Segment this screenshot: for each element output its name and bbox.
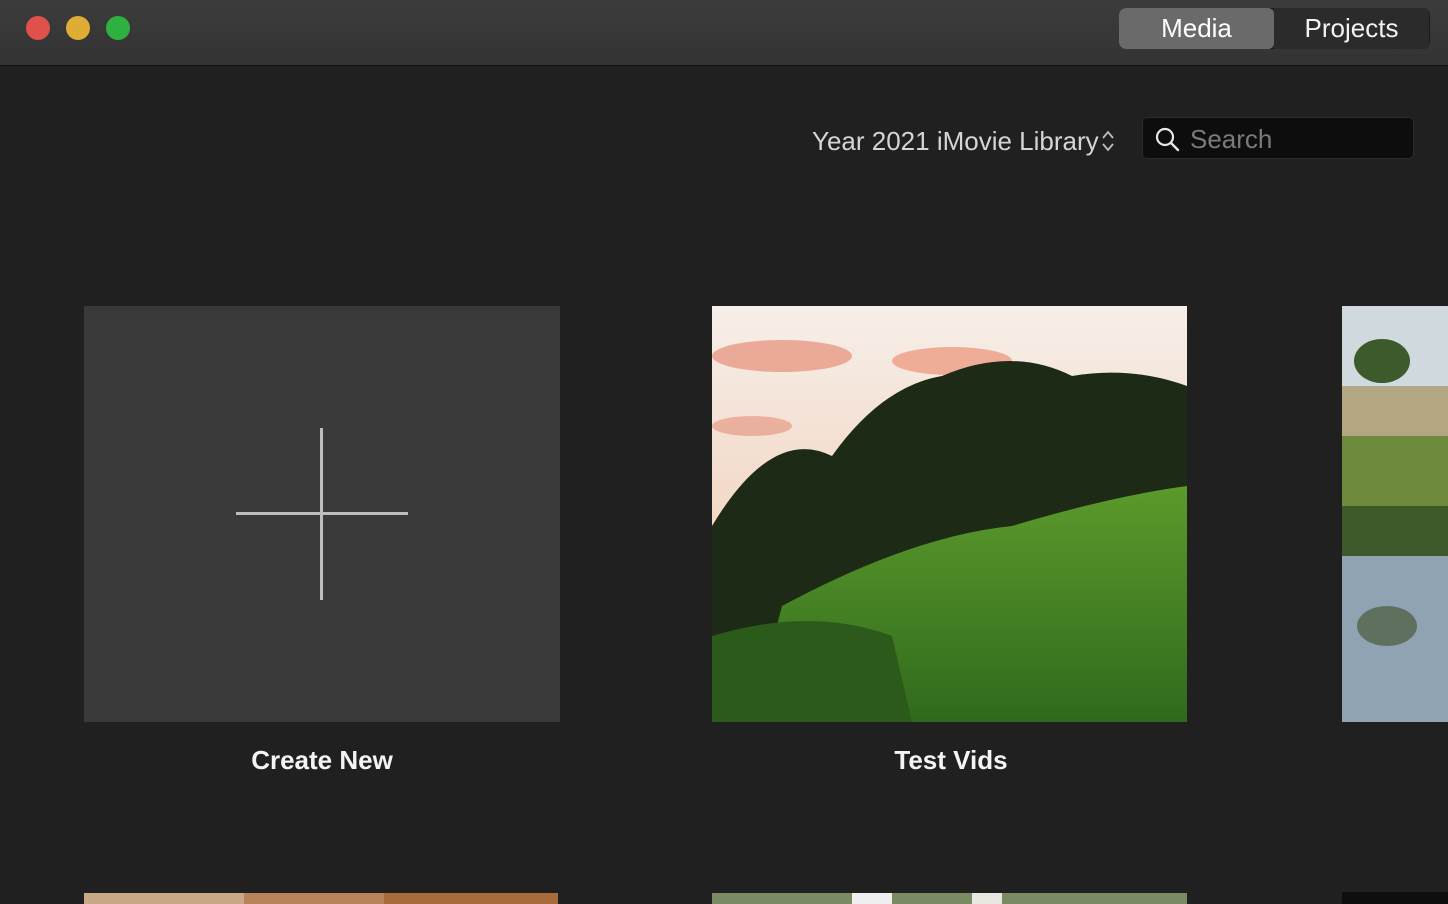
search-input[interactable] [1188,117,1408,161]
project-thumbnail-row2-2[interactable] [712,892,1187,904]
test-vids-label: Test Vids [894,745,1008,775]
create-new-label: Create New [251,745,393,775]
project-thumbnail-row2-1[interactable] [84,892,558,904]
project-thumbnail[interactable] [1342,306,1448,722]
zoom-window-button[interactable] [106,16,130,40]
project-thumbnail-row2-3[interactable] [1342,892,1448,904]
title-bar: Media Projects [0,0,1448,66]
search-field[interactable] [1142,117,1414,161]
library-name: Year 2021 iMovie Library [812,125,1099,156]
minimize-window-button[interactable] [66,16,90,40]
test-vids-thumbnail[interactable] [712,306,1187,722]
imovie-window: Media Projects Year 2021 iMovie Library … [0,0,1448,904]
library-selector[interactable]: Year 2021 iMovie Library [812,124,1115,158]
up-down-chevron-icon [1101,128,1115,154]
create-new-thumbnail[interactable] [84,306,560,722]
media-tab[interactable]: Media [1119,8,1274,49]
search-icon [1154,126,1180,152]
view-segmented-control: Media Projects [1119,8,1430,49]
plus-icon-vertical [320,428,323,600]
close-window-button[interactable] [26,16,50,40]
projects-tab[interactable]: Projects [1274,8,1429,49]
